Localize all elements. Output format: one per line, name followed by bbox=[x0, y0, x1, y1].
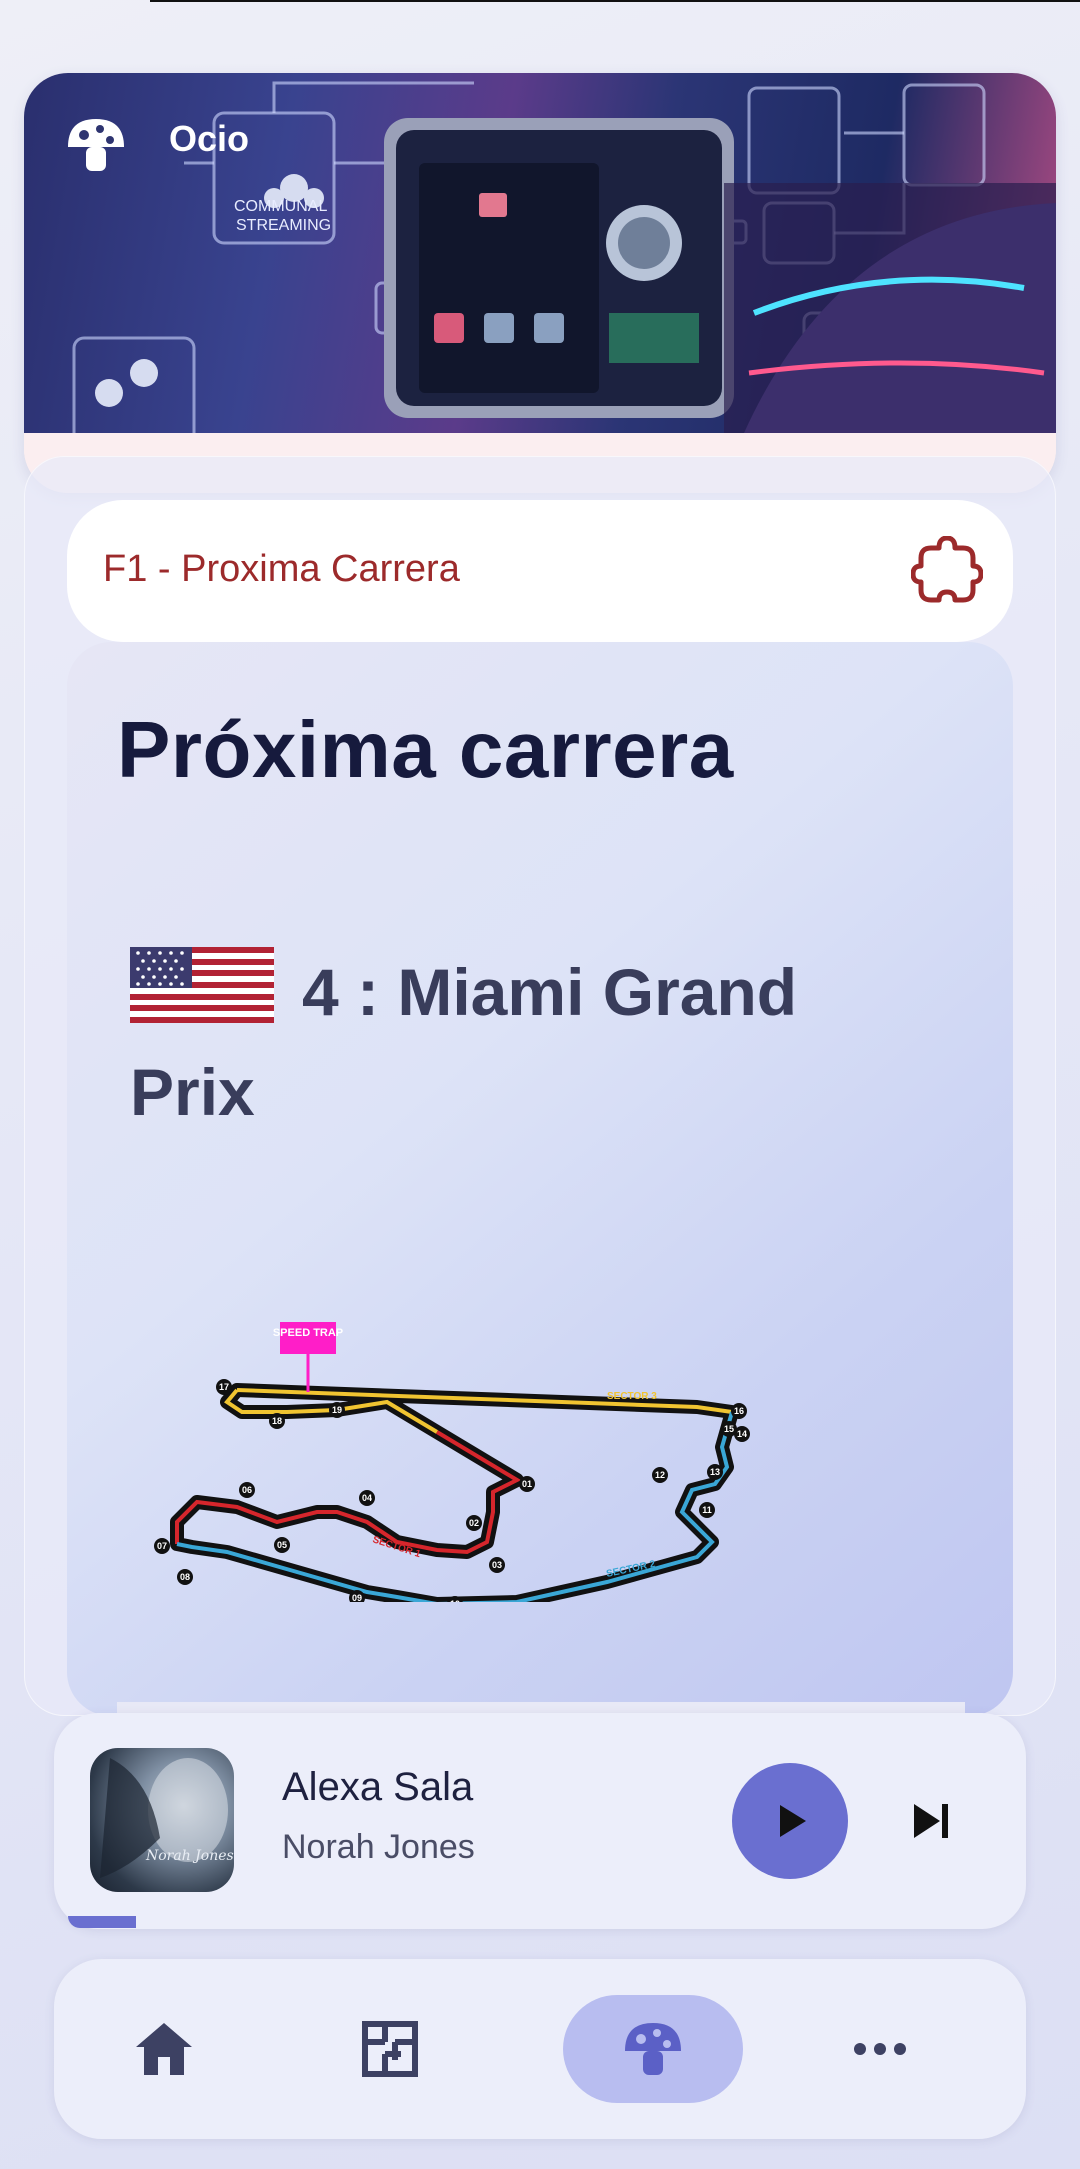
svg-text:10: 10 bbox=[450, 1599, 460, 1602]
more-icon bbox=[854, 2043, 906, 2055]
play-icon bbox=[780, 1805, 806, 1837]
svg-text:13: 13 bbox=[710, 1467, 720, 1477]
track-title: Alexa Sala bbox=[282, 1765, 474, 1809]
album-art[interactable]: Norah Jones bbox=[90, 1748, 234, 1892]
svg-text:07: 07 bbox=[157, 1541, 167, 1551]
race-name-line-2: Prix bbox=[130, 1055, 255, 1129]
playback-progress[interactable] bbox=[68, 1916, 136, 1928]
card-heading: Próxima carrera bbox=[117, 705, 734, 794]
race-name-line-1: 4 : Miami Grand bbox=[302, 955, 798, 1029]
bottom-navigation bbox=[54, 1959, 1026, 2139]
album-text: Norah Jones bbox=[146, 1848, 234, 1864]
nav-floor-plan[interactable] bbox=[300, 1995, 480, 2103]
svg-text:14: 14 bbox=[737, 1429, 747, 1439]
usa-flag-icon bbox=[130, 947, 274, 1023]
svg-text:15: 15 bbox=[724, 1424, 734, 1434]
svg-text:16: 16 bbox=[734, 1406, 744, 1416]
svg-text:03: 03 bbox=[492, 1560, 502, 1570]
album-art-image bbox=[100, 1758, 228, 1878]
svg-text:COMMUNAL: COMMUNAL bbox=[234, 198, 327, 215]
svg-text:01: 01 bbox=[522, 1479, 532, 1489]
svg-text:04: 04 bbox=[362, 1493, 372, 1503]
nav-home[interactable] bbox=[74, 1995, 254, 2103]
status-line bbox=[150, 0, 1080, 2]
svg-text:17: 17 bbox=[219, 1382, 229, 1392]
next-race-card: Próxima carrera 4 : Miami Grand Prix SPE… bbox=[67, 642, 1013, 1716]
nav-more[interactable] bbox=[790, 1995, 970, 2103]
home-icon bbox=[136, 2023, 192, 2075]
header-banner: COMMUNAL STREAMING Ocio bbox=[24, 73, 1056, 493]
svg-text:11: 11 bbox=[702, 1505, 712, 1515]
play-button[interactable] bbox=[732, 1763, 848, 1879]
svg-text:09: 09 bbox=[352, 1593, 362, 1602]
svg-text:08: 08 bbox=[180, 1572, 190, 1582]
speed-trap-label: SPEED TRAP bbox=[273, 1327, 343, 1339]
svg-text:19: 19 bbox=[332, 1405, 342, 1415]
svg-text:05: 05 bbox=[277, 1540, 287, 1550]
race-name: 4 : Miami Grand Prix bbox=[130, 942, 950, 1142]
svg-text:06: 06 bbox=[242, 1485, 252, 1495]
floor-plan-icon bbox=[362, 2021, 418, 2077]
skip-next-icon[interactable] bbox=[908, 1798, 954, 1844]
svg-text:02: 02 bbox=[469, 1518, 479, 1528]
track-artist: Norah Jones bbox=[282, 1828, 475, 1866]
mushroom-icon bbox=[625, 2023, 681, 2075]
svg-text:12: 12 bbox=[655, 1470, 665, 1480]
sector3-label: SECTOR 3 bbox=[607, 1391, 657, 1402]
section-title: F1 - Proxima Carrera bbox=[103, 548, 460, 590]
section-header[interactable]: F1 - Proxima Carrera bbox=[67, 500, 1013, 642]
svg-text:STREAMING: STREAMING bbox=[236, 217, 331, 234]
mushroom-icon bbox=[68, 119, 124, 171]
app-title: Ocio bbox=[169, 118, 250, 159]
svg-text:18: 18 bbox=[272, 1416, 282, 1426]
nav-leisure[interactable] bbox=[563, 1995, 743, 2103]
mini-player[interactable]: Norah Jones Alexa Sala Norah Jones bbox=[54, 1713, 1026, 1929]
puzzle-piece-icon[interactable] bbox=[911, 536, 983, 608]
miami-circuit-map: SPEED TRAP SECTOR 3 SECTOR 1 SECTOR 2 07… bbox=[154, 1322, 750, 1602]
